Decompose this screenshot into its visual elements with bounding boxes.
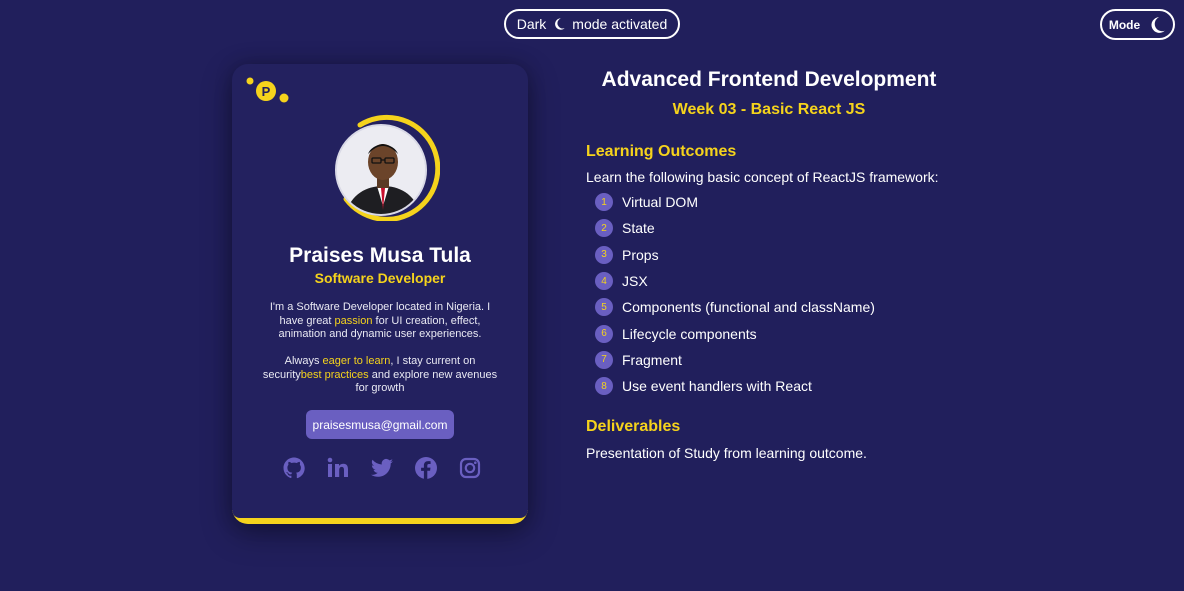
list-item: 6 Lifecycle components <box>595 320 875 346</box>
week-title: Week 03 - Basic React JS <box>672 101 866 118</box>
list-item: 4 JSX <box>595 268 875 294</box>
linkedin-icon[interactable] <box>326 456 350 480</box>
outcome-number-badge: 3 <box>595 245 613 264</box>
status-dark-label: Dark <box>516 16 547 32</box>
social-links <box>282 456 482 480</box>
learning-intro: Learn the following basic concept of Rea… <box>586 169 939 185</box>
theme-status-pill: Dark mode activated <box>504 9 680 39</box>
outcome-text: State <box>622 220 655 237</box>
outcome-text: Lifecycle components <box>622 325 757 342</box>
list-item: 1 Virtual DOM <box>595 189 875 215</box>
instagram-icon[interactable] <box>458 456 482 480</box>
outcome-text: Use event handlers with React <box>622 378 812 395</box>
outcome-number-badge: 5 <box>595 298 613 317</box>
profile-photo <box>337 126 425 214</box>
course-title: Advanced Frontend Development <box>601 68 937 91</box>
outcome-text: JSX <box>622 273 648 290</box>
outcome-text: Fragment <box>622 351 682 368</box>
outcome-number-badge: 8 <box>595 377 613 396</box>
deliverables-heading: Deliverables <box>586 418 681 435</box>
card-accent-bar <box>232 510 528 524</box>
profile-bio-2: Always eager to learn, I stay current on… <box>258 355 502 396</box>
outcome-number-badge: 2 <box>595 219 613 238</box>
learning-outcomes-heading: Learning Outcomes <box>586 143 737 160</box>
facebook-icon[interactable] <box>414 456 438 480</box>
email-button[interactable]: praisesmusa@gmail.com <box>306 410 454 439</box>
bio1-highlight-passion: passion <box>334 314 373 327</box>
avatar <box>335 124 427 216</box>
logo-letter: P <box>262 84 271 99</box>
profile-name: Praises Musa Tula <box>289 244 471 267</box>
list-item: 8 Use event handlers with React <box>595 373 875 399</box>
outcome-text: Virtual DOM <box>622 194 698 211</box>
mode-button-label: Mode <box>1108 17 1141 32</box>
outcome-number-badge: 4 <box>595 272 613 291</box>
page: Dark mode activated Mode P Praises Musa … <box>0 0 1184 591</box>
outcome-number-badge: 6 <box>595 324 613 343</box>
list-item: 7 Fragment <box>595 347 875 373</box>
profile-role: Software Developer <box>314 270 446 286</box>
outcomes-list: 1 Virtual DOM 2 State 3 Props 4 JSX 5 Compone… <box>595 189 875 399</box>
bio2-highlight-eager: eager to learn <box>322 355 391 367</box>
outcome-number-badge: 7 <box>595 350 613 369</box>
status-mode-label: mode activated <box>572 16 668 32</box>
bio2-text-c: and explore new avenues for growth <box>355 368 498 395</box>
profile-bio-1: I'm a Software Developer located in Nige… <box>258 301 502 342</box>
moon-icon <box>1151 16 1166 33</box>
github-icon[interactable] <box>282 456 306 480</box>
twitter-icon[interactable] <box>370 456 394 480</box>
deliverables-text: Presentation of Study from learning outc… <box>586 445 867 461</box>
outcome-number-badge: 1 <box>595 193 613 212</box>
outcome-text: Props <box>622 246 659 263</box>
mode-toggle-button[interactable]: Mode <box>1100 9 1175 40</box>
bio2-highlight-practices: best practices <box>300 368 369 381</box>
list-item: 2 State <box>595 215 875 241</box>
moon-icon <box>555 18 565 30</box>
list-item: 5 Components (functional and className) <box>595 294 875 320</box>
outcome-text: Components (functional and className) <box>622 299 875 316</box>
logo: P <box>246 77 289 103</box>
bio2-text-a: Always <box>284 355 323 367</box>
list-item: 3 Props <box>595 242 875 268</box>
